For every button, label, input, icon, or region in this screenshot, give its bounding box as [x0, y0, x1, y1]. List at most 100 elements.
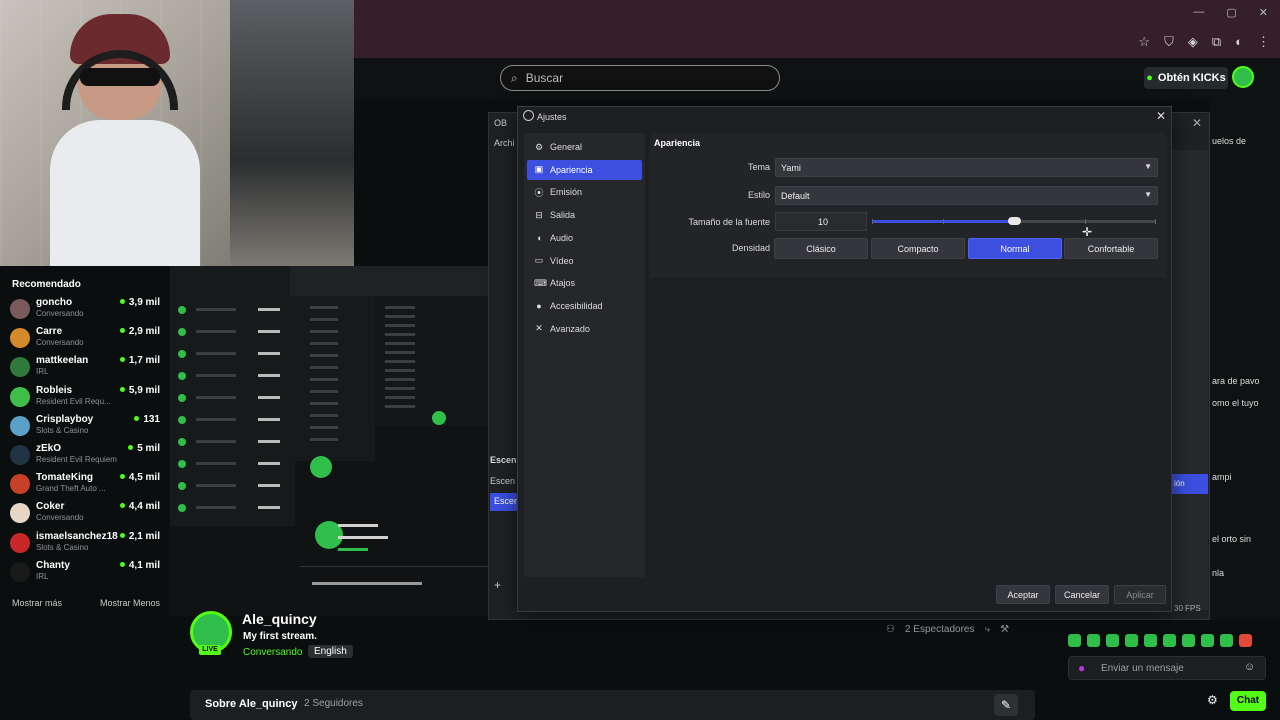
accessibility-icon: ●	[536, 300, 542, 311]
emote-icon[interactable]	[1106, 634, 1119, 647]
mini-line	[310, 414, 338, 417]
density-option-2[interactable]: Normal	[968, 238, 1062, 259]
mini-line	[385, 387, 415, 390]
mini-avatar	[178, 394, 186, 402]
stream-category[interactable]: Conversando	[243, 647, 302, 658]
search-input[interactable]: ⌕ Buscar	[500, 65, 780, 91]
density-option-1[interactable]: Compacto	[871, 238, 965, 259]
recommended-channel[interactable]: Chanty IRL 4,1 mil	[10, 560, 160, 589]
mini-line	[312, 582, 422, 585]
obs-scene-item[interactable]: Escen	[490, 476, 515, 486]
recommended-channel[interactable]: zEkO Resident Evil Requiem 5 mil	[10, 443, 160, 472]
chat-settings-icon[interactable]: ⚙	[1207, 693, 1218, 707]
channel-name: ismaelsanchez18	[36, 530, 118, 542]
mini-line	[258, 418, 280, 421]
bookmark-star-icon[interactable]: ☆	[1138, 34, 1150, 50]
webcam-person	[50, 14, 200, 266]
density-option-0[interactable]: Clásico	[774, 238, 868, 259]
nav-item-general[interactable]: ⚙ General	[527, 137, 642, 157]
chat-input[interactable]: Enviar un mensaje	[1068, 656, 1266, 680]
accept-button[interactable]: Aceptar	[996, 585, 1050, 604]
nav-item-salida[interactable]: ⊟ Salida	[527, 205, 642, 225]
mini-avatar	[178, 438, 186, 446]
emote-icon[interactable]	[1087, 634, 1100, 647]
nav-item-emision[interactable]: ⦿ Emisión	[527, 182, 642, 202]
emote-icon[interactable]	[1220, 634, 1233, 647]
emoji-icon[interactable]: ☺	[1244, 661, 1255, 673]
nav-item-accesibilidad[interactable]: ● Accesibilidad	[527, 296, 642, 316]
mini-avatar-1	[310, 456, 332, 478]
font-size-spinbox[interactable]: 10	[775, 212, 867, 231]
follower-count: 2 Seguidores	[304, 698, 363, 709]
recommended-channel[interactable]: ismaelsanchez18 Slots & Casino 2,1 mil	[10, 531, 160, 560]
nav-item-apariencia[interactable]: ▣ Apariencia	[527, 159, 642, 180]
emote-icon[interactable]	[1239, 634, 1252, 647]
obs-right-dock	[1172, 150, 1208, 610]
style-select[interactable]: Default ▼	[775, 186, 1158, 205]
recommended-channel[interactable]: Crisplayboy Slots & Casino 131	[10, 414, 160, 443]
puzzle-icon[interactable]: ⧉	[1212, 34, 1221, 50]
density-option-3[interactable]: Confortable	[1064, 238, 1158, 259]
mini-line	[310, 342, 338, 345]
mini-line	[385, 405, 415, 408]
webcam-feed	[0, 0, 354, 266]
nav-item-avanzado[interactable]: ✕ Avanzado	[527, 319, 642, 339]
recommended-channel[interactable]: mattkeelan IRL 1,7 mil	[10, 355, 160, 384]
mini-line	[258, 330, 280, 333]
emote-icon[interactable]	[1125, 634, 1138, 647]
mini-line	[310, 378, 338, 381]
nav-item-atajos[interactable]: ⌨ Atajos	[527, 273, 642, 293]
emote-icon[interactable]	[1068, 634, 1081, 647]
channel-viewers: 4,1 mil	[120, 560, 160, 571]
channel-avatar	[10, 415, 30, 436]
chat-send-button[interactable]: Chat	[1230, 691, 1266, 711]
nav-item-audio[interactable]: ◖ Audio	[527, 228, 642, 248]
user-avatar[interactable]	[1232, 66, 1254, 88]
show-more-link[interactable]: Mostrar más	[12, 598, 62, 608]
moderation-icon[interactable]: ⚒	[1000, 624, 1009, 635]
language-tag[interactable]: English	[308, 645, 353, 658]
mini-avatar	[178, 416, 186, 424]
obs-menu-file[interactable]: Archi	[494, 138, 515, 148]
font-size-slider-handle[interactable]	[1008, 217, 1021, 225]
recommended-channel[interactable]: goncho Conversando 3,9 mil	[10, 297, 160, 326]
recommended-channel[interactable]: TomateKing Grand Theft Auto ... 4,5 mil	[10, 472, 160, 501]
nav-item-video[interactable]: ▭ Vídeo	[527, 251, 642, 271]
emote-icon[interactable]	[1163, 634, 1176, 647]
obs-close-icon[interactable]: ✕	[1192, 116, 1202, 130]
mini-line	[258, 462, 280, 465]
close-window-icon[interactable]: ✕	[1259, 6, 1268, 19]
recommended-channel[interactable]: Carre Conversando 2,9 mil	[10, 326, 160, 355]
share-icon[interactable]: ⤷	[984, 624, 990, 635]
get-kicks-button[interactable]: ● Obtén KICKs	[1144, 67, 1228, 89]
shield-icon[interactable]: ⛉	[1164, 34, 1174, 50]
minimize-icon[interactable]: —	[1193, 6, 1204, 19]
obs-add-scene-icon[interactable]: +	[494, 578, 501, 592]
channel-category: Resident Evil Requiem	[36, 455, 117, 464]
streamer-name[interactable]: Ale_quincy	[242, 611, 317, 627]
emote-icon[interactable]	[1144, 634, 1157, 647]
broadcast-icon: ⦿	[534, 187, 544, 198]
mini-line	[385, 396, 415, 399]
chat-message: ampi	[1212, 472, 1232, 482]
nav-label: Emisión	[550, 187, 583, 198]
microphone-icon[interactable]: ●	[1078, 661, 1085, 675]
recommended-channel[interactable]: Coker Conversando 4,4 mil	[10, 501, 160, 530]
emote-icon[interactable]	[1201, 634, 1214, 647]
mini-line	[196, 506, 236, 509]
maximize-icon[interactable]: ▢	[1226, 6, 1236, 19]
recommended-channel[interactable]: Robleis Resident Evil Requ... 5,9 mil	[10, 385, 160, 414]
apply-button[interactable]: Aplicar	[1114, 585, 1166, 604]
kebab-menu-icon[interactable]: ⋮	[1257, 34, 1270, 50]
theme-select[interactable]: Yami ▼	[775, 158, 1158, 177]
profile-icon[interactable]: ◐	[1235, 34, 1243, 50]
obs-scene-item-selected[interactable]: Escen	[490, 493, 519, 511]
close-icon[interactable]: ✕	[1156, 109, 1166, 123]
show-less-link[interactable]: Mostrar Menos	[100, 598, 160, 608]
cancel-button[interactable]: Cancelar	[1055, 585, 1109, 604]
extension-icon[interactable]: ◈	[1188, 34, 1198, 50]
edit-pencil-icon[interactable]: ✎	[994, 694, 1018, 716]
emote-icon[interactable]	[1182, 634, 1195, 647]
channel-category: Slots & Casino	[36, 425, 89, 435]
obs-dock-selected[interactable]: ión	[1172, 474, 1208, 494]
